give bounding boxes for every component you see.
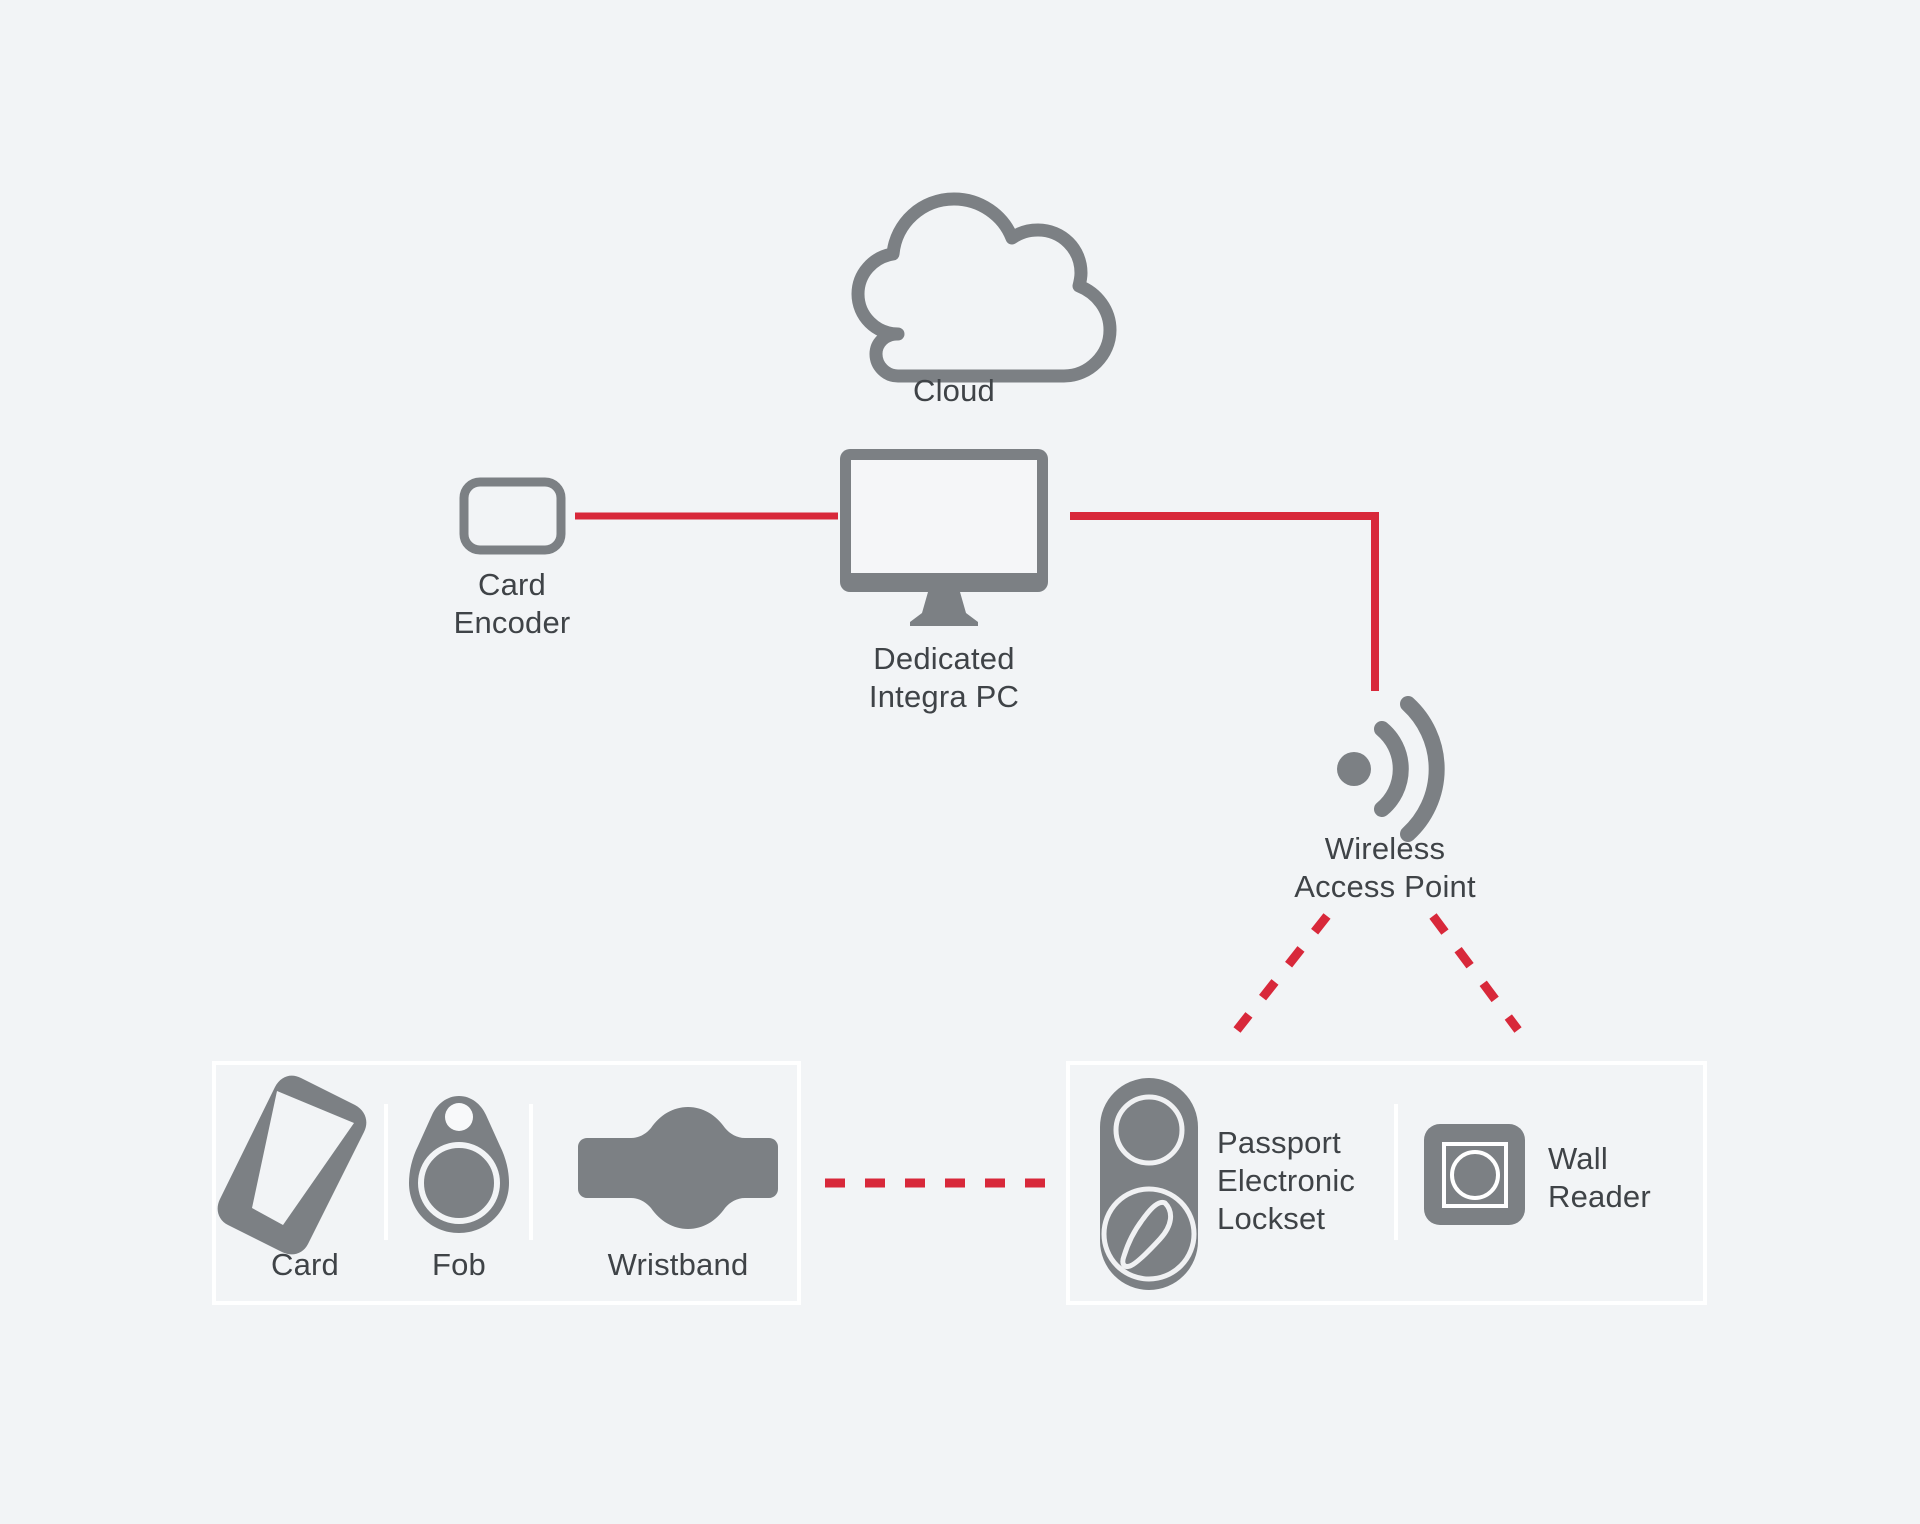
card-encoder-label: Card Encoder <box>453 567 571 640</box>
connector-access-point-to-lockset <box>1233 913 1331 1033</box>
dedicated-pc-label: Dedicated Integra PC <box>868 641 1020 714</box>
wireless-signal-icon <box>1337 696 1445 842</box>
connector-access-point-to-wall-reader <box>1429 913 1522 1033</box>
cloud-icon <box>851 192 1117 383</box>
lock-label-wall-reader: Wall Reader <box>1548 1141 1651 1214</box>
wristband-icon <box>578 1107 778 1229</box>
lock-label-passport-electronic-lockset: Passport Electronic Lockset <box>1217 1125 1356 1236</box>
credential-label-wristband: Wristband <box>607 1247 749 1282</box>
access-card-icon <box>217 1075 367 1255</box>
key-fob-icon <box>409 1096 509 1233</box>
electronic-lockset-icon <box>1100 1078 1198 1290</box>
connector-pc-to-access-point <box>1070 512 1379 691</box>
card-encoder-icon <box>459 477 566 555</box>
diagram-graphics <box>212 192 1707 1305</box>
wall-reader-icon <box>1424 1124 1525 1225</box>
credential-label-fob: Fob <box>431 1247 487 1282</box>
diagram-canvas: Cloud Card Encoder Dedicated Integra PC … <box>0 0 1920 1524</box>
credential-label-card: Card <box>271 1247 339 1282</box>
wireless-access-point-label: Wireless Access Point <box>1294 831 1476 904</box>
desktop-monitor-icon <box>840 449 1048 626</box>
cloud-label: Cloud <box>913 373 995 408</box>
